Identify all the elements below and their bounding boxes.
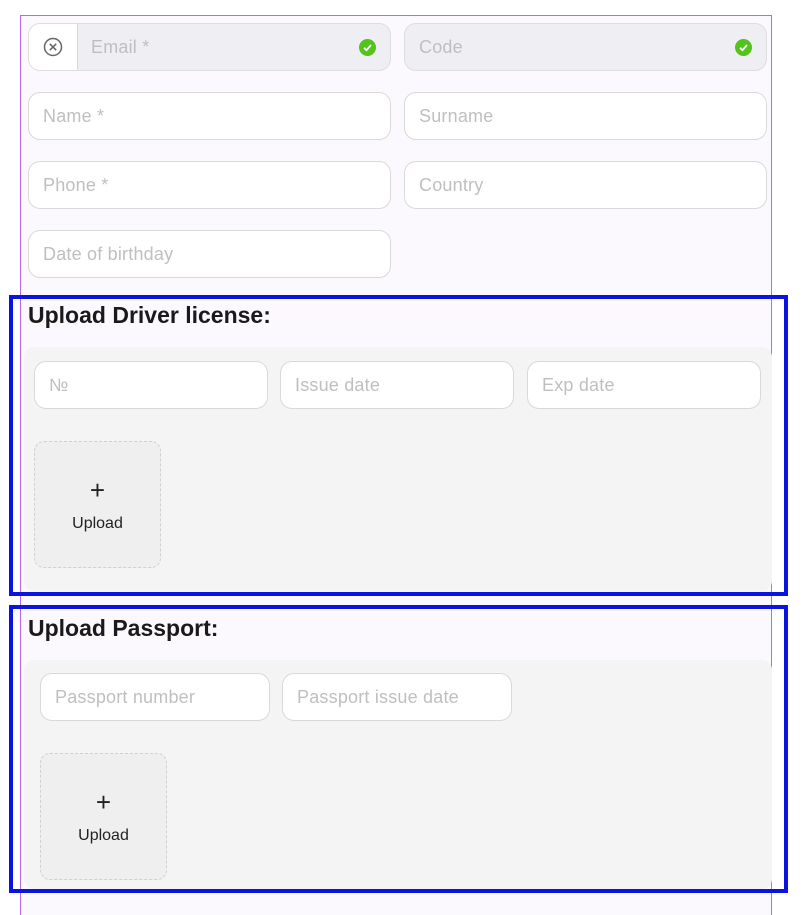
passport-number-placeholder: Passport number [55,686,196,707]
name-placeholder: Name * [43,105,105,126]
license-number-placeholder: № [49,374,69,395]
code-field[interactable]: Code [404,23,767,71]
surname-placeholder: Surname [419,105,494,126]
passport-issue-date-placeholder: Passport issue date [297,686,459,707]
passport-title: Upload Passport: [28,615,219,641]
email-placeholder: Email * [91,36,150,57]
license-issue-date-field[interactable]: Issue date [280,361,514,409]
driver-license-title: Upload Driver license: [28,302,271,328]
birthday-placeholder: Date of birthday [43,243,174,264]
passport-issue-date-field[interactable]: Passport issue date [282,673,512,721]
phone-field[interactable]: Phone * [28,161,391,209]
country-placeholder: Country [419,174,484,195]
license-exp-date-field[interactable]: Exp date [527,361,761,409]
plus-icon: + [89,474,106,505]
passport-number-field[interactable]: Passport number [40,673,270,721]
clear-email-button[interactable] [29,24,78,70]
license-number-field[interactable]: № [34,361,268,409]
license-issue-date-placeholder: Issue date [295,374,381,395]
license-upload-button[interactable]: + Upload [34,441,161,568]
check-circle-icon [359,38,376,56]
code-placeholder: Code [419,36,463,57]
plus-icon: + [95,786,112,817]
upload-label: Upload [72,514,123,532]
name-field[interactable]: Name * [28,92,391,140]
surname-field[interactable]: Surname [404,92,767,140]
close-circle-icon [43,37,63,57]
phone-placeholder: Phone * [43,174,109,195]
license-exp-date-placeholder: Exp date [542,374,615,395]
country-field[interactable]: Country [404,161,767,209]
check-circle-icon [735,38,752,56]
birthday-field[interactable]: Date of birthday [28,230,391,278]
upload-label: Upload [78,826,129,844]
passport-upload-button[interactable]: + Upload [40,753,167,880]
email-field[interactable]: Email * [28,23,391,71]
